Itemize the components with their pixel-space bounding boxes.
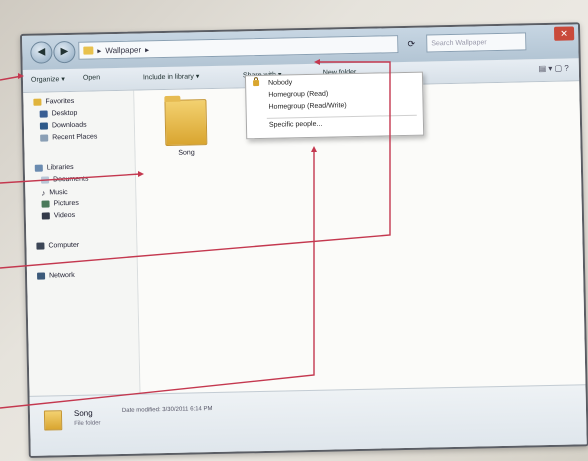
sidebar-item-label: Videos [53,211,76,220]
sidebar-item-label: Network [48,271,75,280]
pictures-icon [41,200,50,208]
explorer-window: ◀ ▶ ▸ Wallpaper ▸ ⟳ Search Wallpaper ✕ O… [20,22,588,458]
sidebar-item-label: Documents [52,175,89,184]
folder-icon [83,46,94,55]
menu-item-homegroup-readwrite[interactable]: Homegroup (Read/Write) [269,102,347,111]
sidebar-item-recent-places[interactable]: Recent Places [40,133,98,142]
navigation-pane: Favorites Desktop Downloads Recent Place… [23,90,141,396]
address-text: Wallpaper [105,44,142,55]
sidebar-item-music[interactable]: ♪ Music [41,188,67,198]
view-options-icon[interactable]: ▤ ▾ ▢ ? [538,64,568,74]
sidebar-item-label: Desktop [51,109,78,118]
back-button[interactable]: ◀ [30,41,53,64]
sidebar-item-pictures[interactable]: Pictures [41,199,79,208]
sidebar-item-label: Downloads [51,121,87,130]
sidebar-item-libraries[interactable]: Libraries [34,163,74,172]
share-with-menu: Nobody Homegroup (Read) Homegroup (Read/… [244,71,425,140]
libraries-icon [34,164,43,172]
menu-separator [266,114,417,119]
menu-item-nobody[interactable]: Nobody [268,79,292,87]
close-button[interactable]: ✕ [553,26,575,41]
include-in-library-button[interactable]: Include in library ▾ [143,72,200,81]
address-chevron-icon: ▸ [97,45,102,55]
open-button[interactable]: Open [83,74,100,81]
folder-icon [43,410,63,431]
music-icon: ♪ [41,188,46,198]
computer-icon [36,242,45,250]
lock-icon [253,80,260,87]
search-input[interactable]: Search Wallpaper [426,32,527,53]
sidebar-item-label: Music [49,189,68,197]
details-name: Song [73,408,93,418]
sidebar-item-network[interactable]: Network [37,272,75,280]
sidebar-item-computer[interactable]: Computer [36,242,79,250]
network-icon [37,272,46,280]
sidebar-item-desktop[interactable]: Desktop [39,109,78,118]
desktop-icon [39,110,48,118]
list-item[interactable]: Song [156,99,215,157]
menu-item-specific-people[interactable]: Specific people... [269,121,322,129]
sidebar-item-label: Pictures [53,199,79,208]
sidebar-item-label: Favorites [45,97,75,106]
address-chevron-icon: ▸ [144,44,150,54]
sidebar-item-downloads[interactable]: Downloads [39,121,87,130]
forward-button[interactable]: ▶ [53,40,76,64]
folder-label: Song [178,149,195,157]
menu-item-homegroup-read[interactable]: Homegroup (Read) [268,91,328,99]
star-icon [33,98,42,106]
details-type: File folder [74,420,101,427]
refresh-icon[interactable]: ⟳ [402,35,420,53]
address-bar[interactable]: ▸ Wallpaper ▸ [78,35,399,60]
sidebar-item-videos[interactable]: Videos [41,211,76,220]
videos-icon [41,212,50,220]
sidebar-item-label: Libraries [46,163,74,172]
sidebar-item-documents[interactable]: Documents [40,175,89,184]
sidebar-item-label: Computer [48,241,80,250]
downloads-icon [39,122,49,130]
documents-icon [40,176,50,184]
folder-icon [164,99,208,146]
details-date-modified: Date modified: 3/30/2011 6:14 PM [121,406,213,414]
sidebar-item-label: Recent Places [52,133,98,142]
sidebar-item-favorites[interactable]: Favorites [33,98,74,106]
organize-button[interactable]: Organize ▾ [31,75,65,84]
details-pane: Song Date modified: 3/30/2011 6:14 PM Fi… [29,384,587,456]
recent-places-icon [40,134,49,142]
